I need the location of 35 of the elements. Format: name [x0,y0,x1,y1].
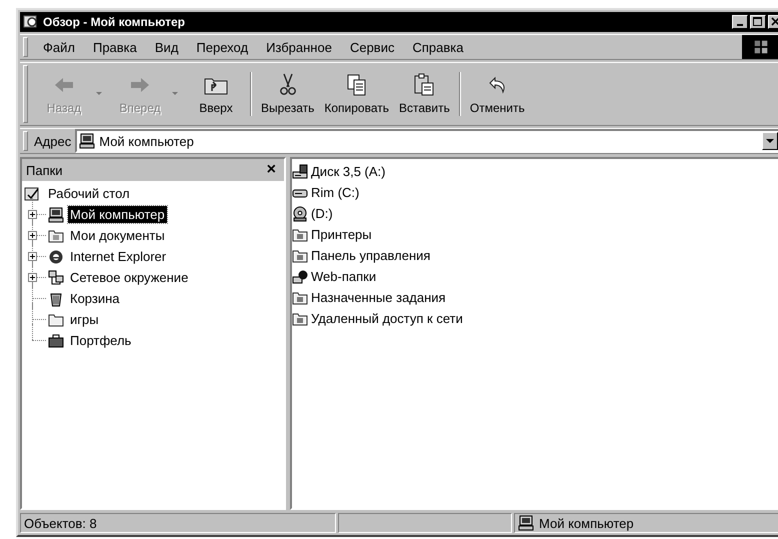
toolbar-button[interactable]: Вставить [394,71,455,117]
tree-item[interactable]: Мои документы [68,227,167,244]
status-location: Мой компьютер [539,516,634,530]
address-field[interactable]: Мой компьютер [75,129,778,153]
object-count: Объектов: 8 [24,516,97,530]
toolbar-button[interactable]: Отменить [464,71,530,117]
tree-item[interactable]: Internet Explorer [68,248,168,265]
file-item[interactable]: Web-папки [311,269,376,284]
menu-item[interactable]: Правка [84,40,146,54]
tree-item[interactable]: Корзина [68,290,122,307]
toolbar-button[interactable]: Вверх [186,71,246,117]
file-item[interactable]: Назначенные задания [311,290,446,305]
tree-item[interactable]: Сетевое окружение [68,269,190,286]
close-button[interactable]: × [262,161,280,179]
menu-item[interactable]: Файл [34,40,84,54]
menu-item[interactable]: Сервис [340,40,404,54]
file-item[interactable]: Удаленный доступ к сети [311,311,463,326]
tree-item[interactable]: Рабочий стол [24,183,284,204]
file-item[interactable]: Rim (C:) [311,185,360,200]
tree-item[interactable]: Мой компьютер [68,206,167,223]
menu-item[interactable]: Избранное [257,40,341,54]
menu-item[interactable]: Переход [187,40,258,54]
file-item[interactable]: Панель управления [311,248,430,263]
file-item[interactable]: Принтеры [311,227,372,242]
menu-item[interactable]: Справка [403,40,472,54]
file-item[interactable]: Диск 3,5 (A:) [311,164,386,179]
tree-item[interactable]: игры [68,311,101,328]
file-item[interactable]: (D:) [311,206,333,221]
menu-item[interactable]: Вид [146,40,188,54]
toolbar-button[interactable]: Вырезать [256,71,320,117]
pane-title: Папки [26,162,63,178]
tree-item[interactable]: Портфель [68,332,134,349]
window-title: Обзор - Мой компьютер [43,15,186,29]
toolbar-button[interactable]: Копировать [319,71,394,117]
address-label: Адрес [34,134,72,148]
